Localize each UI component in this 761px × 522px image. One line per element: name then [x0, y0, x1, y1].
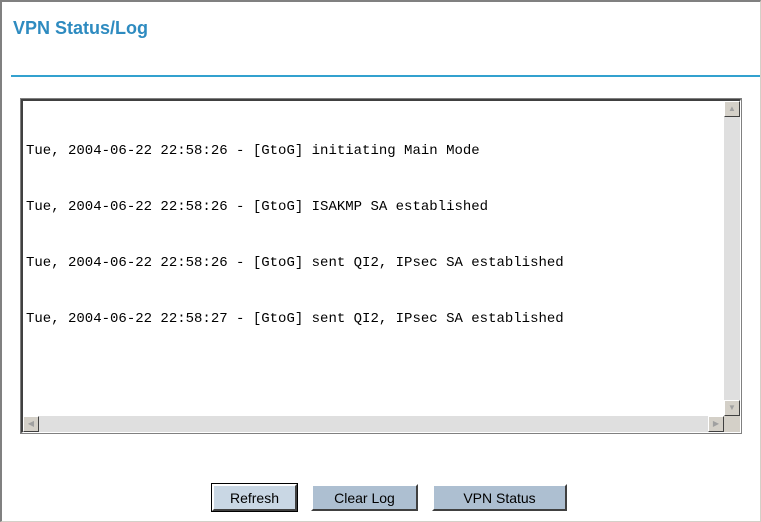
log-line: Tue, 2004-06-22 22:58:27 - [GtoG] sent Q… — [26, 310, 564, 327]
horizontal-scrollbar[interactable]: ◀ ▶ — [23, 416, 724, 432]
page-frame: VPN Status/Log Tue, 2004-06-22 22:58:26 … — [0, 0, 761, 522]
clear-log-button[interactable]: Clear Log — [311, 484, 418, 511]
log-line: Tue, 2004-06-22 22:58:26 - [GtoG] initia… — [26, 143, 480, 160]
log-line: Tue, 2004-06-22 22:58:26 - [GtoG] ISAKMP… — [26, 198, 489, 215]
scroll-down-icon[interactable]: ▼ — [724, 400, 740, 416]
vpn-status-button[interactable]: VPN Status — [432, 484, 567, 511]
scroll-left-icon[interactable]: ◀ — [23, 416, 39, 432]
refresh-button[interactable]: Refresh — [211, 483, 298, 512]
log-line: Tue, 2004-06-22 22:58:26 - [GtoG] sent Q… — [26, 254, 564, 271]
page-title: VPN Status/Log — [13, 18, 149, 38]
vpn-log-textarea[interactable]: Tue, 2004-06-22 22:58:26 - [GtoG] initia… — [20, 98, 742, 434]
title-divider — [11, 75, 760, 77]
vertical-scrollbar[interactable]: ▲ ▼ — [724, 101, 740, 416]
scroll-up-icon[interactable]: ▲ — [724, 101, 740, 117]
scroll-right-icon[interactable]: ▶ — [708, 416, 724, 432]
scrollbar-corner — [724, 416, 740, 432]
log-text: Tue, 2004-06-22 22:58:26 - [GtoG] initia… — [26, 105, 722, 414]
